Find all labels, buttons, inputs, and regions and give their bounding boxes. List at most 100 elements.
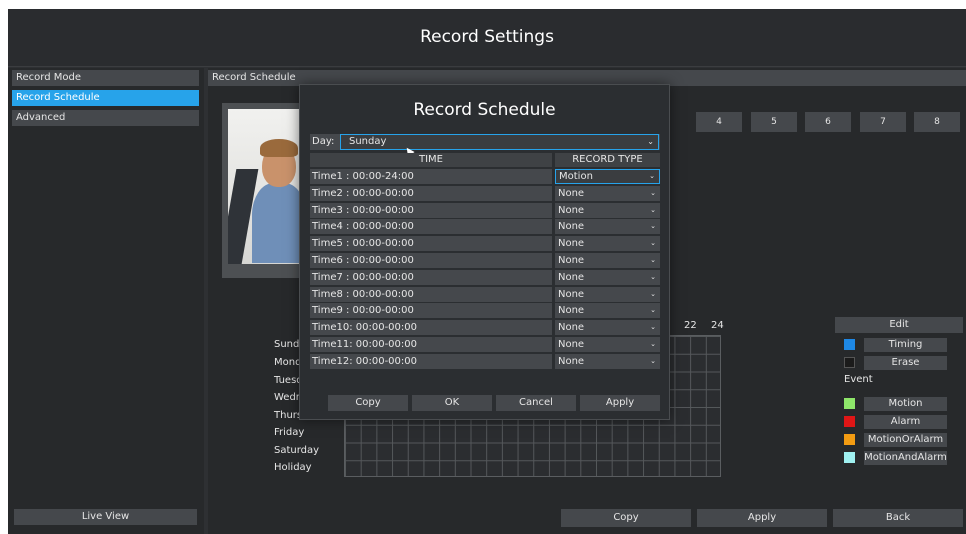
schedule-table-header: TIME RECORD TYPE (310, 153, 660, 167)
record-type-select[interactable]: None ⌄ (555, 303, 660, 319)
hour-label-22: 22 (684, 320, 697, 331)
alarm-swatch (844, 416, 855, 427)
chevron-down-icon: ⌄ (650, 256, 656, 264)
record-type-value: None (558, 288, 585, 300)
time-range-field[interactable]: Time8 : 00:00-00:00 (310, 286, 552, 302)
table-row[interactable]: Time3 : 00:00-00:00 None ⌄ (310, 202, 660, 218)
sidebar-item-record-mode[interactable]: Record Mode (12, 70, 199, 86)
day-label-holiday: Holiday (274, 462, 312, 473)
erase-swatch (844, 357, 855, 368)
event-label: Event (844, 374, 873, 385)
motion-and-alarm-swatch (844, 452, 855, 463)
time-range-field[interactable]: Time3 : 00:00-00:00 (310, 202, 552, 218)
record-type-value: Motion (559, 171, 593, 182)
record-type-value: None (558, 204, 585, 216)
record-type-value: None (558, 255, 585, 266)
time-range-field[interactable]: Time6 : 00:00-00:00 (310, 253, 552, 268)
chevron-down-icon: ⌄ (650, 340, 656, 348)
column-header-time: TIME (310, 153, 552, 167)
day-selector[interactable]: Day: Sunday ⌄ (310, 134, 660, 150)
day-value: Sunday (349, 136, 387, 147)
table-row[interactable]: Time7 : 00:00-00:00 None ⌄ (310, 269, 660, 285)
record-type-value: None (558, 339, 585, 350)
hour-label-24: 24 (711, 320, 724, 331)
record-type-select[interactable]: None ⌄ (555, 269, 660, 285)
back-button[interactable]: Back (833, 509, 963, 527)
dialog-title: Record Schedule (413, 100, 556, 120)
table-row[interactable]: Time4 : 00:00-00:00 None ⌄ (310, 219, 660, 235)
motion-or-alarm-button[interactable]: MotionOrAlarm (864, 433, 947, 447)
channel-6-button[interactable]: 6 (805, 112, 851, 132)
column-header-record-type: RECORD TYPE (555, 153, 660, 167)
copy-button[interactable]: Copy (561, 509, 691, 527)
time-range-field[interactable]: Time5 : 00:00-00:00 (310, 236, 552, 252)
time-range-field[interactable]: Time9 : 00:00-00:00 (310, 303, 552, 319)
motion-or-alarm-swatch (844, 434, 855, 445)
chevron-down-icon: ⌄ (650, 272, 656, 281)
channel-4-button[interactable]: 4 (696, 112, 742, 132)
record-type-value: None (558, 221, 585, 233)
day-label: Day: (312, 136, 335, 147)
record-type-select[interactable]: None ⌄ (555, 202, 660, 218)
record-type-select[interactable]: None ⌄ (555, 337, 660, 352)
day-label-saturday: Saturday (274, 445, 320, 456)
table-row[interactable]: Time1 : 00:00-24:00 Motion ⌄ (310, 169, 660, 184)
chevron-down-icon: ⌄ (650, 222, 656, 231)
record-type-value: None (558, 271, 585, 283)
channel-7-button[interactable]: 7 (860, 112, 906, 132)
sidebar: Record Mode Record Schedule Advanced Liv… (8, 68, 204, 534)
time-range-field[interactable]: Time1 : 00:00-24:00 (310, 169, 552, 184)
dialog-copy-button[interactable]: Copy (328, 395, 408, 411)
record-type-value: None (558, 305, 585, 317)
apply-button[interactable]: Apply (697, 509, 827, 527)
sidebar-item-record-schedule[interactable]: Record Schedule (12, 90, 199, 106)
chevron-down-icon: ⌄ (650, 323, 656, 332)
table-row[interactable]: Time9 : 00:00-00:00 None ⌄ (310, 303, 660, 319)
sidebar-item-advanced[interactable]: Advanced (12, 110, 199, 126)
time-range-field[interactable]: Time12: 00:00-00:00 (310, 353, 552, 369)
live-view-button[interactable]: Live View (14, 509, 197, 525)
camera-preview-image (228, 109, 304, 264)
table-row[interactable]: Time11: 00:00-00:00 None ⌄ (310, 337, 660, 352)
record-schedule-dialog: Record Schedule Day: Sunday ⌄ TIME RECOR… (299, 84, 670, 420)
day-select[interactable]: Sunday ⌄ (340, 134, 659, 150)
table-row[interactable]: Time10: 00:00-00:00 None ⌄ (310, 320, 660, 336)
table-row[interactable]: Time8 : 00:00-00:00 None ⌄ (310, 286, 660, 302)
edit-button[interactable]: Edit (835, 317, 963, 333)
record-type-select[interactable]: None ⌄ (555, 219, 660, 235)
time-range-field[interactable]: Time2 : 00:00-00:00 (310, 185, 552, 201)
alarm-button[interactable]: Alarm (864, 415, 947, 429)
motion-swatch (844, 398, 855, 409)
timing-button[interactable]: Timing (864, 338, 947, 352)
channel-8-button[interactable]: 8 (914, 112, 960, 132)
chevron-down-icon: ⌄ (647, 137, 654, 146)
record-type-value: None (558, 187, 585, 199)
channel-5-button[interactable]: 5 (751, 112, 797, 132)
dialog-apply-button[interactable]: Apply (580, 395, 660, 411)
table-row[interactable]: Time6 : 00:00-00:00 None ⌄ (310, 253, 660, 268)
dialog-cancel-button[interactable]: Cancel (496, 395, 576, 411)
dialog-ok-button[interactable]: OK (412, 395, 492, 411)
table-row[interactable]: Time12: 00:00-00:00 None ⌄ (310, 353, 660, 369)
record-type-select[interactable]: None ⌄ (555, 236, 660, 252)
record-type-value: None (558, 355, 585, 367)
time-range-field[interactable]: Time7 : 00:00-00:00 (310, 269, 552, 285)
time-range-field[interactable]: Time11: 00:00-00:00 (310, 337, 552, 352)
record-type-value: None (558, 238, 585, 250)
time-range-field[interactable]: Time4 : 00:00-00:00 (310, 219, 552, 235)
erase-button[interactable]: Erase (864, 356, 947, 370)
record-type-select[interactable]: None ⌄ (555, 320, 660, 336)
chevron-down-icon: ⌄ (650, 356, 656, 365)
record-type-select[interactable]: None ⌄ (555, 286, 660, 302)
motion-button[interactable]: Motion (864, 397, 947, 411)
record-type-select[interactable]: None ⌄ (555, 353, 660, 369)
title-bar: Record Settings (8, 9, 966, 67)
chevron-down-icon: ⌄ (650, 289, 656, 298)
record-type-select[interactable]: None ⌄ (555, 185, 660, 201)
time-range-field[interactable]: Time10: 00:00-00:00 (310, 320, 552, 336)
record-type-select[interactable]: None ⌄ (555, 253, 660, 268)
record-type-select[interactable]: Motion ⌄ (555, 169, 660, 184)
table-row[interactable]: Time5 : 00:00-00:00 None ⌄ (310, 236, 660, 252)
motion-and-alarm-button[interactable]: MotionAndAlarm (864, 451, 947, 465)
table-row[interactable]: Time2 : 00:00-00:00 None ⌄ (310, 185, 660, 201)
